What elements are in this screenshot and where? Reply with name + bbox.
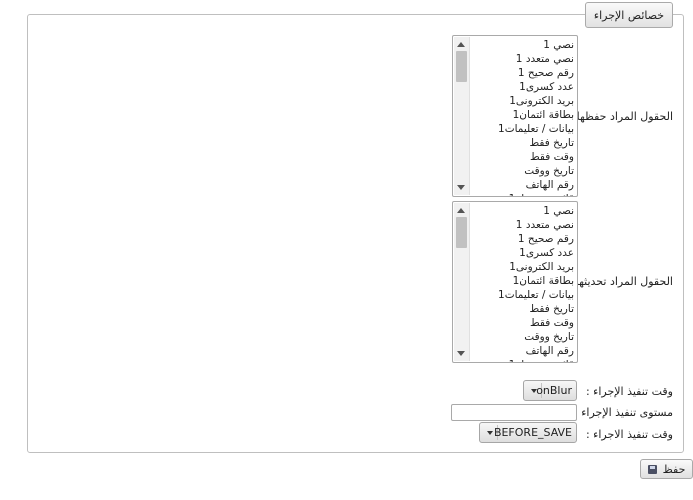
list-option[interactable]: بريد الكترونى1 <box>471 260 574 274</box>
fields-to-save-label: الحقول المراد حفظها : <box>569 110 673 123</box>
list-option[interactable]: نصي متعدد 1 <box>471 52 574 66</box>
panel-title: خصائص الإجراء <box>593 8 665 22</box>
list-option[interactable]: تاريخ ووقت <box>471 330 574 344</box>
save-button[interactable]: حفظ <box>640 459 693 479</box>
list-option[interactable]: عدد كسرى1 <box>471 246 574 260</box>
scroll-down-icon[interactable] <box>457 185 465 190</box>
list-option[interactable]: نصي متعدد 1 <box>471 218 574 232</box>
list-option[interactable]: تاريخ ووقت <box>471 164 574 178</box>
list-option[interactable]: رقم صحيح 1 <box>471 66 574 80</box>
list-option[interactable]: رقم الهاتف <box>471 344 574 358</box>
fields-to-save-scrollbar[interactable] <box>454 37 470 195</box>
list-option[interactable]: وقت فقط <box>471 316 574 330</box>
save-icon <box>647 464 657 474</box>
list-option[interactable]: عدد كسرى1 <box>471 80 574 94</box>
fields-to-update-scrollbar[interactable] <box>454 203 470 361</box>
list-option[interactable]: بريد الكترونى1 <box>471 94 574 108</box>
list-option[interactable]: بطاقة ائتمان1 <box>471 108 574 122</box>
scroll-thumb[interactable] <box>456 51 467 82</box>
execution-time2-select[interactable]: BEFORE_SAVE <box>479 422 577 443</box>
scroll-up-icon[interactable] <box>457 42 465 47</box>
panel-title-tab[interactable]: خصائص الإجراء <box>585 2 673 28</box>
scroll-down-icon[interactable] <box>457 351 465 356</box>
execution-level-label: مستوى تنفيذ الإجراء : <box>574 406 673 419</box>
list-option[interactable]: بيانات / تعليمات1 <box>471 288 574 302</box>
fields-to-save-listbox[interactable]: نصي 1 نصي متعدد 1 رقم صحيح 1 عدد كسرى1 بريد … <box>452 35 578 197</box>
fields-to-update-listbox[interactable]: نصي 1 نصي متعدد 1 رقم صحيح 1 عدد كسرى1 بريد … <box>452 201 578 363</box>
list-option[interactable]: وقت فقط <box>471 150 574 164</box>
list-option[interactable]: بطاقة ائتمان1 <box>471 274 574 288</box>
scroll-thumb[interactable] <box>456 217 467 248</box>
execution-time-label: وقت تنفيذ الإجراء : <box>585 385 673 398</box>
save-button-label: حفظ <box>662 462 686 476</box>
list-option[interactable]: نصي 1 <box>471 38 574 52</box>
execution-time-value: onBlur <box>536 384 572 397</box>
list-option[interactable]: تاريخ فقط <box>471 136 574 150</box>
scroll-up-icon[interactable] <box>457 208 465 213</box>
list-option[interactable]: رقم الهاتف <box>471 178 574 192</box>
execution-time2-label: وقت تنفيذ الاجراء : <box>585 428 673 441</box>
fields-to-update-label: الحقول المراد تحديثها : <box>568 275 673 288</box>
list-option[interactable]: تاريخ فقط <box>471 302 574 316</box>
execution-time-select[interactable]: onBlur <box>523 380 577 401</box>
fields-to-update-options: نصي 1 نصي متعدد 1 رقم صحيح 1 عدد كسرى1 بريد … <box>471 204 574 362</box>
execution-level-input[interactable] <box>451 404 577 421</box>
execution-time2-value: BEFORE_SAVE <box>493 426 572 439</box>
fields-to-save-options: نصي 1 نصي متعدد 1 رقم صحيح 1 عدد كسرى1 بريد … <box>471 38 574 196</box>
list-option[interactable]: قائمة منسدلة1 <box>471 358 574 362</box>
list-option[interactable]: رقم صحيح 1 <box>471 232 574 246</box>
list-option[interactable]: نصي 1 <box>471 204 574 218</box>
list-option[interactable]: قائمة منسدلة1 <box>471 192 574 196</box>
list-option[interactable]: بيانات / تعليمات1 <box>471 122 574 136</box>
